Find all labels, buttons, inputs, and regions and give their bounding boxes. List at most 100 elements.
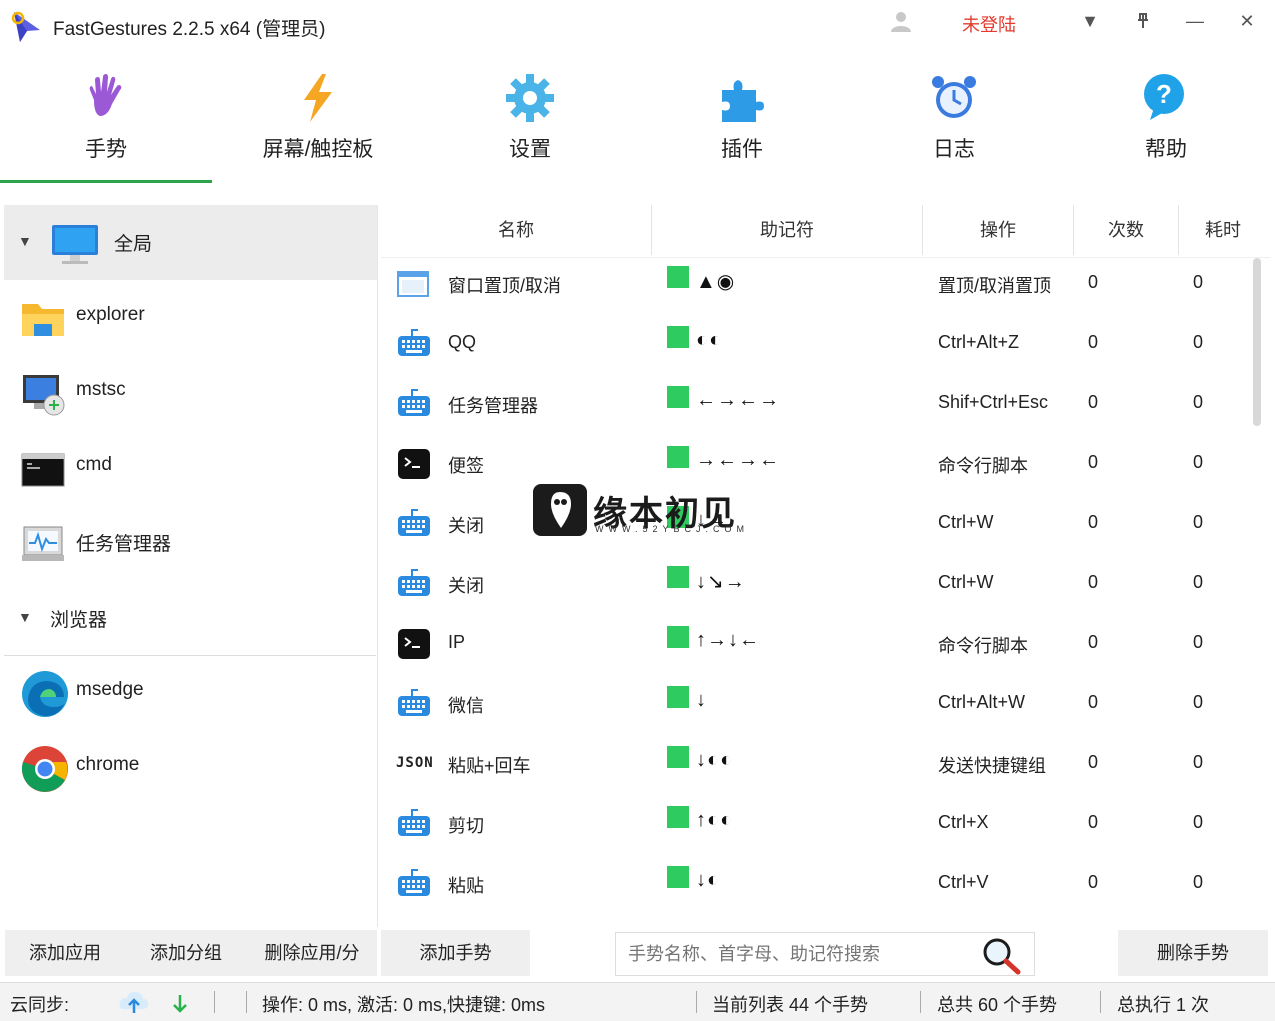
gesture-count: 0 xyxy=(1088,272,1099,292)
folder-icon xyxy=(22,304,64,336)
tab-log[interactable]: 日志 xyxy=(848,60,1060,182)
app-item-explorer[interactable]: explorer xyxy=(4,280,377,355)
terminal-icon xyxy=(398,449,430,479)
tab-gestures[interactable]: 手势 xyxy=(0,60,212,182)
tab-plugins[interactable]: 插件 xyxy=(636,60,848,182)
table-row[interactable]: 剪切 ↑◐◐ Ctrl+X 0 0 xyxy=(381,795,1241,855)
gesture-mnemonic: ◐◐ xyxy=(696,329,723,351)
app-item-cmd[interactable]: cmd xyxy=(4,430,377,505)
pin-button[interactable] xyxy=(1128,6,1158,36)
column-header-time[interactable]: 耗时 xyxy=(1179,205,1267,255)
search-field[interactable] xyxy=(615,932,1035,976)
gesture-status-indicator xyxy=(667,566,689,588)
app-item-msedge[interactable]: msedge xyxy=(4,655,377,730)
table-row[interactable]: QQ ◐◐ Ctrl+Alt+Z 0 0 xyxy=(381,315,1241,375)
terminal-icon xyxy=(398,629,430,659)
column-header-action[interactable]: 操作 xyxy=(923,205,1074,255)
table-row[interactable]: 便签 →←→← 命令行脚本 0 0 xyxy=(381,435,1241,495)
tab-screen-touchpad[interactable]: 屏幕/触控板 xyxy=(212,60,424,182)
gesture-mnemonic: ↓◐◐ xyxy=(696,749,734,771)
gesture-time: 0 xyxy=(1193,512,1204,532)
window-title: FastGestures 2.2.5 x64 (管理员) xyxy=(53,19,326,40)
keyboard-icon xyxy=(398,329,430,356)
status-divider xyxy=(214,991,215,1013)
close-button[interactable]: ✕ xyxy=(1232,6,1262,36)
expand-arrow-icon[interactable]: ▼ xyxy=(18,233,32,249)
gesture-name: 粘贴 xyxy=(448,876,484,896)
user-avatar-icon[interactable] xyxy=(888,8,914,34)
gesture-time: 0 xyxy=(1193,812,1204,832)
app-item-global[interactable]: ▼ 全局 xyxy=(4,205,377,280)
search-input[interactable] xyxy=(626,937,980,971)
gesture-status-indicator xyxy=(667,266,689,288)
main-nav: 手势 屏幕/触控板 设置 插件 日志 ? 帮助 xyxy=(0,60,1275,185)
app-item-chrome[interactable]: chrome xyxy=(4,730,377,805)
gesture-action: Ctrl+Alt+W xyxy=(938,692,1026,712)
keyboard-icon xyxy=(398,509,430,536)
gesture-mnemonic: ↑→↓← xyxy=(696,629,760,651)
cloud-download-icon[interactable] xyxy=(166,987,194,1017)
gesture-action: 置顶/取消置顶 xyxy=(938,276,1052,296)
hand-icon xyxy=(89,74,122,116)
active-tab-indicator xyxy=(0,180,212,183)
window-icon xyxy=(397,271,429,297)
status-divider xyxy=(920,991,921,1013)
gesture-status-indicator xyxy=(667,866,689,888)
table-row[interactable]: 粘贴 ↓◐ Ctrl+V 0 0 xyxy=(381,855,1241,915)
table-row[interactable]: 窗口置顶/取消 ▲◉ 置顶/取消置顶 0 0 xyxy=(381,255,1241,315)
table-row[interactable]: 任务管理器 ←→←→ Shif+Ctrl+Esc 0 0 xyxy=(381,375,1241,435)
gesture-action: 命令行脚本 xyxy=(938,636,1028,656)
tab-screen-touchpad-label: 屏幕/触控板 xyxy=(262,138,374,161)
app-group-browser[interactable]: ▼ 浏览器 xyxy=(4,581,377,656)
login-link[interactable]: 未登陆 xyxy=(962,11,1016,37)
add-app-button[interactable]: 添加应用 xyxy=(5,930,125,976)
gesture-table: 名称 助记符 操作 次数 耗时 窗口置顶/取消 ▲◉ 置顶/取消置顶 0 0 Q… xyxy=(381,205,1270,927)
delete-app-button[interactable]: 删除应用/分 xyxy=(247,930,377,976)
tab-help-label: 帮助 xyxy=(1145,138,1187,161)
add-group-button[interactable]: 添加分组 xyxy=(125,930,247,976)
keyboard-icon xyxy=(398,689,430,716)
add-gesture-button[interactable]: 添加手势 xyxy=(381,930,530,976)
tab-settings[interactable]: 设置 xyxy=(424,60,636,182)
expand-arrow-icon[interactable]: ▼ xyxy=(18,609,32,625)
lightning-icon xyxy=(304,74,332,122)
gesture-time: 0 xyxy=(1193,452,1204,472)
status-divider xyxy=(246,991,247,1013)
app-item-task-manager[interactable]: 任务管理器 xyxy=(4,505,377,580)
gesture-count: 0 xyxy=(1088,332,1099,352)
gesture-status-indicator xyxy=(667,446,689,468)
svg-text:?: ? xyxy=(1156,79,1172,109)
gesture-name: 剪切 xyxy=(448,816,484,836)
table-row[interactable]: 关闭 ↓→ Ctrl+W 0 0 xyxy=(381,495,1241,555)
column-header-mnemonic[interactable]: 助记符 xyxy=(652,205,923,255)
menu-dropdown-button[interactable]: ▼ xyxy=(1075,6,1105,36)
gesture-name: 关闭 xyxy=(448,576,484,596)
gesture-status-indicator xyxy=(667,806,689,828)
gesture-count: 0 xyxy=(1088,812,1099,832)
table-row[interactable]: 微信 ↓ Ctrl+Alt+W 0 0 xyxy=(381,675,1241,735)
gesture-status-indicator xyxy=(667,386,689,408)
tab-help[interactable]: ? 帮助 xyxy=(1060,60,1272,182)
json-icon: JSON xyxy=(396,755,434,771)
watermark-logo-icon xyxy=(533,484,587,536)
table-row[interactable]: IP ↑→↓← 命令行脚本 0 0 xyxy=(381,615,1241,675)
table-row[interactable]: JSON 粘贴+回车 ↓◐◐ 发送快捷键组 0 0 xyxy=(381,735,1241,795)
puzzle-icon xyxy=(722,80,764,122)
app-logo-icon xyxy=(11,11,40,42)
app-item-mstsc[interactable]: mstsc xyxy=(4,355,377,430)
cloud-upload-icon[interactable] xyxy=(118,987,150,1017)
table-row[interactable]: 关闭 ↓↘→ Ctrl+W 0 0 xyxy=(381,555,1241,615)
minimize-button[interactable]: — xyxy=(1180,6,1210,36)
app-list-panel: ▼ 全局 explorer mstsc cmd 任务管理器 ▼ 浏览器 msed… xyxy=(4,205,378,927)
status-divider xyxy=(696,991,697,1013)
table-scrollbar[interactable] xyxy=(1253,258,1261,426)
column-header-count[interactable]: 次数 xyxy=(1074,205,1179,255)
search-icon[interactable] xyxy=(980,936,1022,976)
gesture-mnemonic: ↓ xyxy=(696,689,707,711)
column-header-name[interactable]: 名称 xyxy=(381,205,652,255)
app-item-label: cmd xyxy=(76,454,112,475)
monitor-icon xyxy=(52,225,98,264)
gesture-action: Ctrl+Alt+Z xyxy=(938,332,1020,352)
gesture-count: 0 xyxy=(1088,692,1099,712)
delete-gesture-button[interactable]: 删除手势 xyxy=(1118,930,1268,976)
